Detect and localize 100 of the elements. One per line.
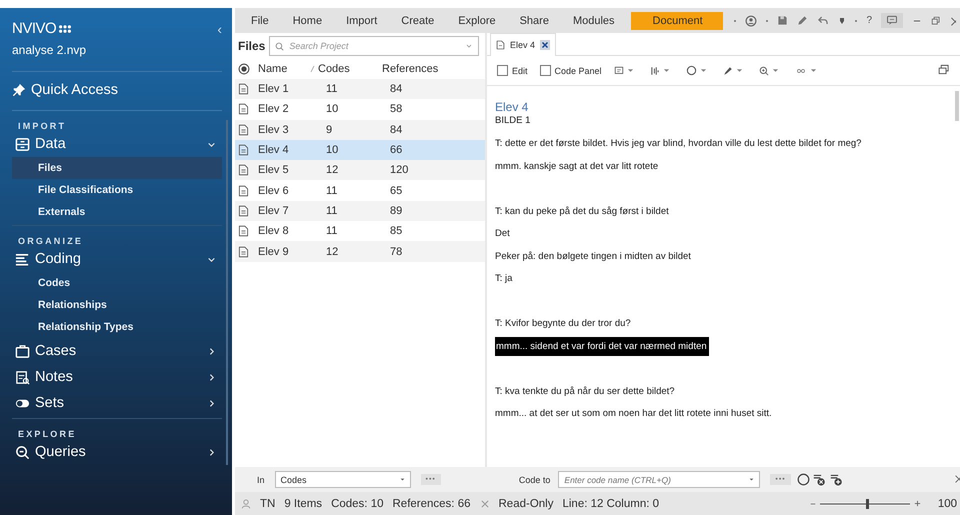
- document-icon: [496, 40, 505, 50]
- windows-icon: [938, 64, 950, 75]
- checkbox-label[interactable]: Code Panel: [554, 66, 602, 76]
- nav-item[interactable]: Relationship Types: [12, 316, 222, 338]
- column-header[interactable]: Name: [258, 63, 310, 75]
- nav-group[interactable]: Coding: [35, 251, 81, 267]
- close-icon: [954, 474, 960, 483]
- ribbon-tab[interactable]: File: [235, 12, 281, 30]
- lines-icon: [15, 252, 30, 266]
- caret-icon: [749, 477, 754, 482]
- file-row[interactable]: Elev 7 11 89: [235, 200, 485, 222]
- paragraph: T: kva tenkte du på når du ser dette bildet?: [495, 386, 675, 396]
- ribbon-tab[interactable]: Home: [280, 12, 334, 30]
- user-circle-icon: [745, 14, 758, 26]
- code-dropdown[interactable]: Codes: [274, 471, 411, 488]
- read-only-icon: [480, 498, 490, 508]
- caret-icon: [662, 67, 670, 74]
- restore-icon: [931, 16, 941, 26]
- scrollbar[interactable]: [226, 120, 228, 465]
- chevron-right-icon[interactable]: [207, 398, 216, 408]
- chevron-right-icon[interactable]: [207, 372, 216, 382]
- checkbox[interactable]: [540, 65, 551, 76]
- nav-item[interactable]: Files: [12, 157, 222, 179]
- caret-icon: [700, 67, 707, 74]
- dots-logo-icon: [58, 24, 72, 34]
- nav-item[interactable]: Externals: [12, 201, 222, 223]
- file-row[interactable]: Elev 8 11 85: [235, 221, 485, 242]
- search-field[interactable]: Search Project: [289, 41, 460, 51]
- undo-icon: [817, 15, 830, 26]
- caret-icon: [810, 67, 817, 74]
- field-label: Code to: [518, 474, 550, 484]
- ribbon-tab[interactable]: Explore: [446, 12, 508, 30]
- table-cell-text: Elev 8: [258, 225, 290, 238]
- table-cell-text: 12: [326, 164, 340, 176]
- status-text: Line: 12 Column: 0: [562, 498, 660, 510]
- file-row[interactable]: Elev 1 11 84: [235, 79, 485, 100]
- nav-group[interactable]: Sets: [35, 395, 64, 411]
- ribbon-tab[interactable]: Document: [630, 12, 723, 30]
- table-cell-text: 11: [326, 204, 338, 217]
- search-icon: [275, 42, 284, 50]
- pin-icon: [838, 16, 846, 26]
- nav-group[interactable]: Notes: [35, 369, 73, 385]
- section-heading: EXPLORE: [17, 428, 78, 439]
- field-label: In: [257, 474, 265, 484]
- chevron-right-icon[interactable]: [207, 448, 216, 456]
- file-row[interactable]: Elev 6 11 65: [235, 180, 485, 201]
- pane-title: Files: [238, 39, 266, 53]
- caret-icon: [772, 67, 779, 74]
- table-cell-text: Elev 2: [258, 103, 290, 116]
- document-icon: [238, 225, 249, 238]
- search-box[interactable]: Search Project: [269, 36, 479, 56]
- save-icon: [777, 15, 788, 26]
- caret-icon: [465, 42, 473, 50]
- slider-thumb[interactable]: [866, 498, 869, 508]
- file-row[interactable]: Elev 2 10 58: [235, 99, 485, 120]
- section-heading: ORGANIZE: [17, 235, 84, 246]
- column-header[interactable]: Codes: [318, 63, 382, 75]
- close-icon: [950, 16, 956, 26]
- close-icon: [541, 41, 550, 49]
- file-row[interactable]: Elev 4 10 66: [235, 140, 485, 160]
- checkbox[interactable]: [497, 65, 508, 76]
- table-cell-text: 11: [326, 184, 338, 197]
- file-row[interactable]: Elev 9 12 78: [235, 241, 485, 262]
- code-name-field[interactable]: Enter code name (CTRL+Q): [564, 474, 734, 484]
- column-header[interactable]: References: [382, 63, 485, 75]
- nav-group[interactable]: Cases: [35, 343, 76, 359]
- editor-tab[interactable]: Elev 4: [490, 33, 556, 56]
- minus-icon: [810, 500, 816, 506]
- nav-item[interactable]: Codes: [12, 272, 222, 294]
- zoom-level: 100: [938, 498, 957, 510]
- document-icon: [238, 124, 249, 136]
- chevron-right-icon[interactable]: [207, 346, 216, 356]
- nav-item[interactable]: File Classifications: [12, 179, 222, 201]
- code-name-box[interactable]: Enter code name (CTRL+Q): [558, 471, 760, 488]
- pencil-icon: [797, 15, 808, 26]
- quick-access-link[interactable]: Quick Access: [31, 82, 118, 98]
- collapse-button[interactable]: ‹: [217, 20, 222, 36]
- table-cell-text: 58: [390, 103, 404, 116]
- app-logo: NVIVO: [12, 20, 56, 37]
- scrollbar[interactable]: [955, 91, 959, 121]
- ribbon-tab[interactable]: Share: [508, 12, 561, 30]
- ribbon-tab[interactable]: Create: [389, 12, 446, 30]
- nav-item[interactable]: Relationships: [12, 294, 222, 316]
- paragraph: Peker på: den bølgete tingen i midten av bildet: [495, 250, 691, 262]
- help-button[interactable]: ?: [866, 15, 872, 26]
- nav-group[interactable]: Queries: [35, 444, 86, 460]
- ribbon-tab[interactable]: Import: [334, 12, 390, 30]
- paragraph: Det: [495, 228, 510, 239]
- table-cell-text: Elev 6: [258, 184, 290, 197]
- table-cell-text: 85: [390, 225, 404, 238]
- document-icon: [238, 184, 249, 197]
- table-cell-text: Elev 4: [258, 144, 290, 156]
- highlighter-icon: [722, 66, 733, 76]
- nav-group[interactable]: Data: [35, 136, 66, 152]
- checkbox-label[interactable]: Edit: [512, 66, 528, 76]
- briefcase-icon: [15, 344, 30, 358]
- ribbon-tab[interactable]: Modules: [560, 12, 627, 30]
- file-row[interactable]: Elev 5 12 120: [235, 160, 485, 180]
- table-cell-text: Elev 1: [258, 83, 290, 96]
- file-row[interactable]: Elev 3 9 84: [235, 120, 485, 140]
